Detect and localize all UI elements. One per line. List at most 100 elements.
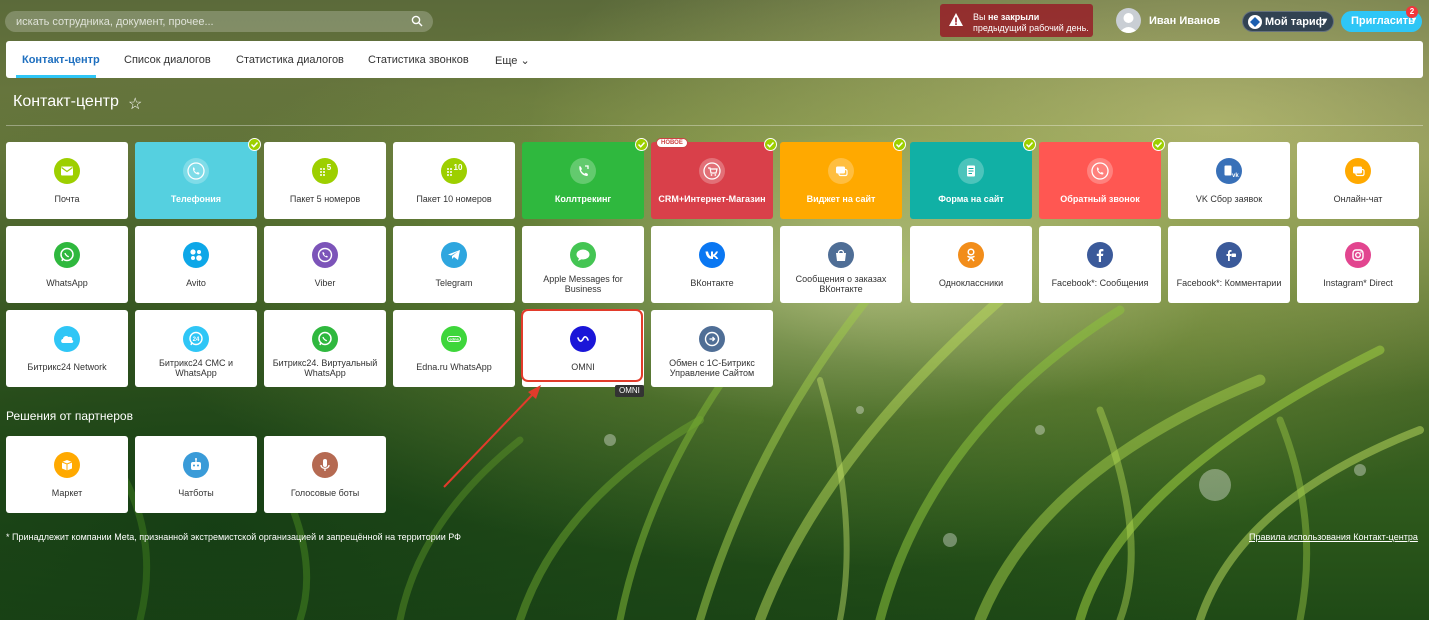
tab-more[interactable]: Еще ⌄ [495, 54, 530, 67]
star-icon[interactable]: ☆ [128, 94, 142, 114]
tile-label: Facebook*: Комментарии [1176, 278, 1282, 288]
facebook-icon [1087, 242, 1113, 268]
tile-telegram[interactable]: Telegram [393, 226, 515, 303]
rules-link[interactable]: Правила использования Контакт-центра [1249, 532, 1418, 542]
tile-label: Apple Messages for Business [543, 274, 623, 294]
tab-more-label: Еще [495, 55, 518, 67]
tile-label: Битрикс24. Виртуальный WhatsApp [272, 358, 378, 378]
tile-calltracking[interactable]: Коллтрекинг [522, 138, 648, 219]
tile-crm-shop[interactable]: НОВОЕ CRM+Интернет-Магазин [651, 138, 777, 219]
invite-badge: 2 [1406, 6, 1418, 18]
search-icon [411, 15, 423, 27]
chevron-down-icon: ▾ [1322, 16, 1327, 25]
tile-label: VK Сбор заявок [1195, 194, 1263, 204]
tile-omni[interactable]: OMNI [522, 310, 644, 387]
tile-bitrix24-sms-whatsapp[interactable]: 24 Битрикс24 СМС и WhatsApp [135, 310, 257, 387]
tile-online-chat[interactable]: Онлайн-чат [1297, 142, 1419, 219]
tab-contact-center[interactable]: Контакт-центр [22, 54, 100, 66]
tile-market[interactable]: Маркет [6, 436, 128, 513]
tile-callback[interactable]: Обратный звонок [1039, 138, 1165, 219]
tile-1c-bitrix-exchange[interactable]: Обмен с 1С-Битрикс Управление Сайтом [651, 310, 773, 387]
cloud-icon [54, 326, 80, 352]
tile-avito[interactable]: Avito [135, 226, 257, 303]
tile-bitrix24-network[interactable]: Битрикс24 Network [6, 310, 128, 387]
warning-icon [949, 13, 963, 26]
connected-check-icon [248, 138, 261, 151]
user-name: Иван Иванов [1149, 15, 1221, 27]
tile-odnoklassniki[interactable]: Одноклассники [910, 226, 1032, 303]
tile-instagram-direct[interactable]: Instagram* Direct [1297, 226, 1419, 303]
tile-chatbots[interactable]: Чатботы [135, 436, 257, 513]
viber-icon [312, 242, 338, 268]
tile-site-widget[interactable]: Виджет на сайт [780, 138, 906, 219]
microphone-icon [312, 452, 338, 478]
tile-edna-whatsapp[interactable]: edna Edna.ru WhatsApp [393, 310, 515, 387]
tile-label: Виджет на сайт [806, 194, 876, 204]
tile-label: Битрикс24 Network [27, 362, 107, 372]
tariff-button[interactable]: Мой тариф ▾ [1242, 11, 1334, 32]
tile-package-5[interactable]: 5 Пакет 5 номеров [264, 142, 386, 219]
omni-icon [570, 326, 596, 352]
callback-icon [1087, 158, 1113, 184]
svg-text:24: 24 [193, 337, 200, 343]
top-bar: искать сотрудника, документ, прочее... В… [0, 0, 1429, 41]
whatsapp-icon [312, 326, 338, 352]
tab-call-stats[interactable]: Статистика звонков [368, 54, 469, 66]
tile-apple-messages[interactable]: Apple Messages for Business [522, 226, 644, 303]
tile-telephony[interactable]: Телефония [135, 138, 261, 219]
tile-label: Сообщения о заказах ВКонтакте [795, 274, 887, 294]
workday-warning[interactable]: Вы не закрыли предыдущий рабочий день. [940, 4, 1093, 37]
top-navigation: Контакт-центр Список диалогов Статистика… [6, 41, 1423, 78]
shop-cart-icon [699, 158, 725, 184]
chevron-down-icon: ⌄ [520, 55, 530, 67]
tile-label: Форма на сайт [938, 194, 1004, 204]
odnoklassniki-icon [958, 242, 984, 268]
warning-text-pre: Вы [973, 12, 988, 22]
tile-site-form[interactable]: Форма на сайт [910, 138, 1036, 219]
tile-label: Viber [314, 278, 336, 288]
connected-check-icon [893, 138, 906, 151]
tile-voice-bots[interactable]: Голосовые боты [264, 436, 386, 513]
tile-label: Avito [186, 278, 206, 288]
invite-label: Пригласить [1351, 15, 1415, 27]
telegram-icon [441, 242, 467, 268]
tariff-icon [1248, 15, 1262, 29]
vk-leads-icon: vk [1216, 158, 1242, 184]
tile-facebook-messages[interactable]: Facebook*: Сообщения [1039, 226, 1161, 303]
page-title: Контакт-центр [13, 93, 119, 110]
facebook-comments-icon [1216, 242, 1242, 268]
divider [6, 125, 1423, 126]
chat-bubbles-icon [1345, 158, 1371, 184]
exchange-icon [699, 326, 725, 352]
tile-viber[interactable]: Viber [264, 226, 386, 303]
tile-vkontakte[interactable]: ВКонтакте [651, 226, 773, 303]
omni-tooltip: OMNI [615, 385, 644, 397]
svg-text:5: 5 [327, 163, 332, 172]
tile-label: Telegram [435, 278, 473, 288]
tile-mail[interactable]: Почта [6, 142, 128, 219]
search-input[interactable]: искать сотрудника, документ, прочее... [5, 11, 433, 32]
user-avatar-icon [1119, 13, 1138, 33]
edna-icon: edna [441, 326, 467, 352]
tile-bitrix24-virtual-whatsapp[interactable]: Битрикс24. Виртуальный WhatsApp [264, 310, 386, 387]
tile-whatsapp[interactable]: WhatsApp [6, 226, 128, 303]
avito-icon [183, 242, 209, 268]
avatar [1116, 8, 1141, 33]
tile-package-10[interactable]: 10 Пакет 10 номеров [393, 142, 515, 219]
connected-check-icon [764, 138, 777, 151]
chevron-down-icon: ⌄ [1212, 14, 1220, 24]
tile-vk-leads[interactable]: vk VK Сбор заявок [1168, 142, 1290, 219]
tile-label: Facebook*: Сообщения [1051, 278, 1149, 288]
tile-label: Пакет 5 номеров [289, 194, 361, 204]
tab-dialog-stats[interactable]: Статистика диалогов [236, 54, 344, 66]
tariff-label: Мой тариф [1265, 16, 1326, 28]
vk-icon [699, 242, 725, 268]
tile-vk-orders[interactable]: Сообщения о заказах ВКонтакте [780, 226, 902, 303]
tile-label: Онлайн-чат [1333, 194, 1383, 204]
keypad-10-icon: 10 [441, 158, 467, 184]
connected-check-icon [1152, 138, 1165, 151]
invite-button[interactable]: Пригласить ▾ 2 [1341, 6, 1422, 32]
tile-facebook-comments[interactable]: Facebook*: Комментарии [1168, 226, 1290, 303]
tab-dialog-list[interactable]: Список диалогов [124, 54, 211, 66]
tile-label: CRM+Интернет-Магазин [658, 194, 766, 204]
